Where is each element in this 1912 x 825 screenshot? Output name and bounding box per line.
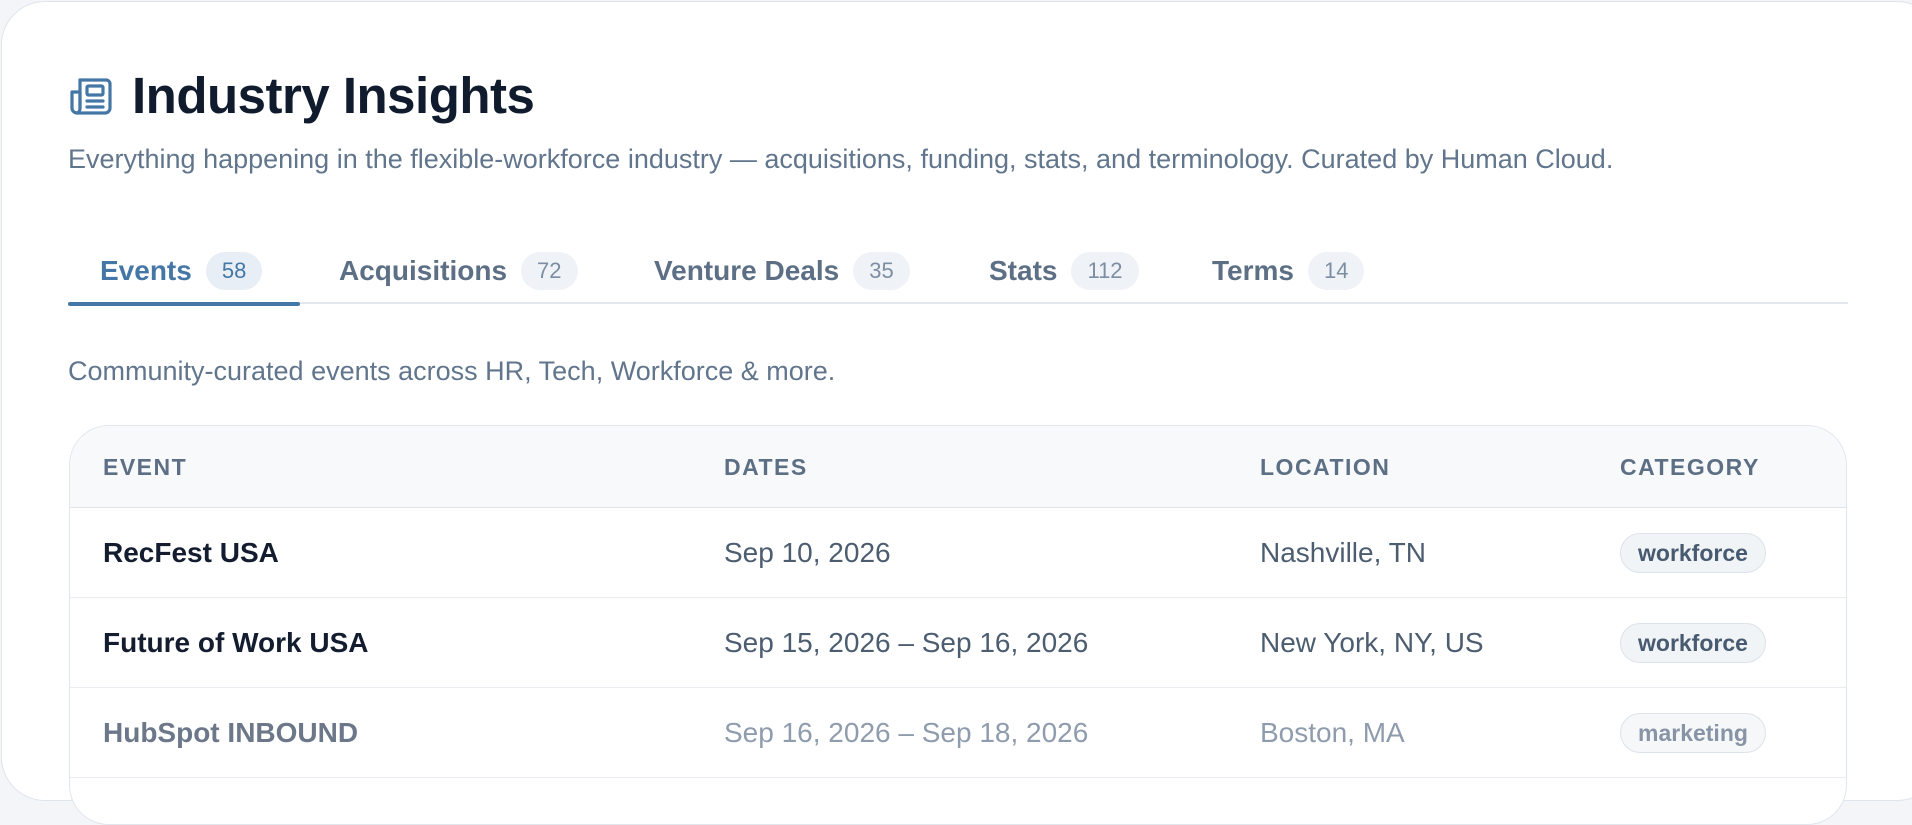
event-dates: Sep 10, 2026 — [724, 537, 891, 568]
event-category: workforce — [1620, 508, 1766, 598]
tab-terms[interactable]: Terms 14 — [1212, 238, 1365, 304]
tab-acquisitions-count: 72 — [521, 252, 578, 290]
event-dates: Sep 16, 2026 – Sep 18, 2026 — [724, 717, 1089, 748]
table-row[interactable]: RecFest USA Sep 10, 2026 Nashville, TN w… — [70, 508, 1846, 598]
event-location: Boston, MA — [1260, 717, 1405, 748]
events-description: Community-curated events across HR, Tech… — [68, 356, 836, 386]
events-table: EVENT DATES LOCATION CATEGORY RecFest US… — [69, 425, 1847, 825]
column-header-dates[interactable]: DATES — [724, 426, 808, 508]
event-category: workforce — [1620, 598, 1766, 688]
tab-stats-count: 112 — [1071, 252, 1139, 290]
tab-events-count: 58 — [205, 252, 263, 290]
table-header: EVENT DATES LOCATION CATEGORY — [70, 426, 1846, 508]
category-badge: workforce — [1620, 533, 1766, 573]
page-header: Industry Insights — [68, 67, 535, 124]
event-category: marketing — [1620, 688, 1766, 778]
event-name: HubSpot INBOUND — [103, 717, 359, 748]
category-badge: workforce — [1620, 623, 1766, 663]
event-name: RecFest USA — [103, 537, 279, 568]
tab-venture-deals-count: 35 — [853, 252, 910, 290]
event-location: Nashville, TN — [1260, 537, 1426, 568]
page-title: Industry Insights — [132, 67, 535, 124]
category-badge: marketing — [1620, 713, 1766, 753]
tab-acquisitions[interactable]: Acquisitions 72 — [339, 238, 578, 304]
page-subtitle: Everything happening in the flexible-wor… — [68, 144, 1614, 174]
newspaper-icon — [70, 77, 112, 115]
insights-card: Industry Insights Everything happening i… — [1, 1, 1912, 825]
table-row[interactable]: Future of Work USA Sep 15, 2026 – Sep 16… — [70, 598, 1846, 688]
column-header-event[interactable]: EVENT — [103, 426, 187, 508]
event-location: New York, NY, US — [1260, 627, 1484, 658]
tab-venture-deals-label: Venture Deals — [654, 255, 840, 286]
tab-bar: Events 58 Acquisitions 72 Venture Deals … — [68, 238, 1848, 306]
column-header-location[interactable]: LOCATION — [1260, 426, 1390, 508]
tab-stats-label: Stats — [989, 255, 1058, 286]
table-row[interactable]: HubSpot INBOUND Sep 16, 2026 – Sep 18, 2… — [70, 688, 1846, 778]
event-name: Future of Work USA — [103, 627, 369, 658]
tab-acquisitions-label: Acquisitions — [339, 255, 508, 286]
event-dates: Sep 15, 2026 – Sep 16, 2026 — [724, 627, 1089, 658]
tab-events-label: Events — [100, 255, 192, 286]
tab-events[interactable]: Events 58 — [68, 238, 300, 306]
tab-venture-deals[interactable]: Venture Deals 35 — [654, 238, 910, 304]
tab-stats[interactable]: Stats 112 — [989, 238, 1139, 304]
tab-terms-label: Terms — [1212, 255, 1294, 286]
column-header-category[interactable]: CATEGORY — [1620, 426, 1760, 508]
tab-terms-count: 14 — [1307, 252, 1365, 290]
